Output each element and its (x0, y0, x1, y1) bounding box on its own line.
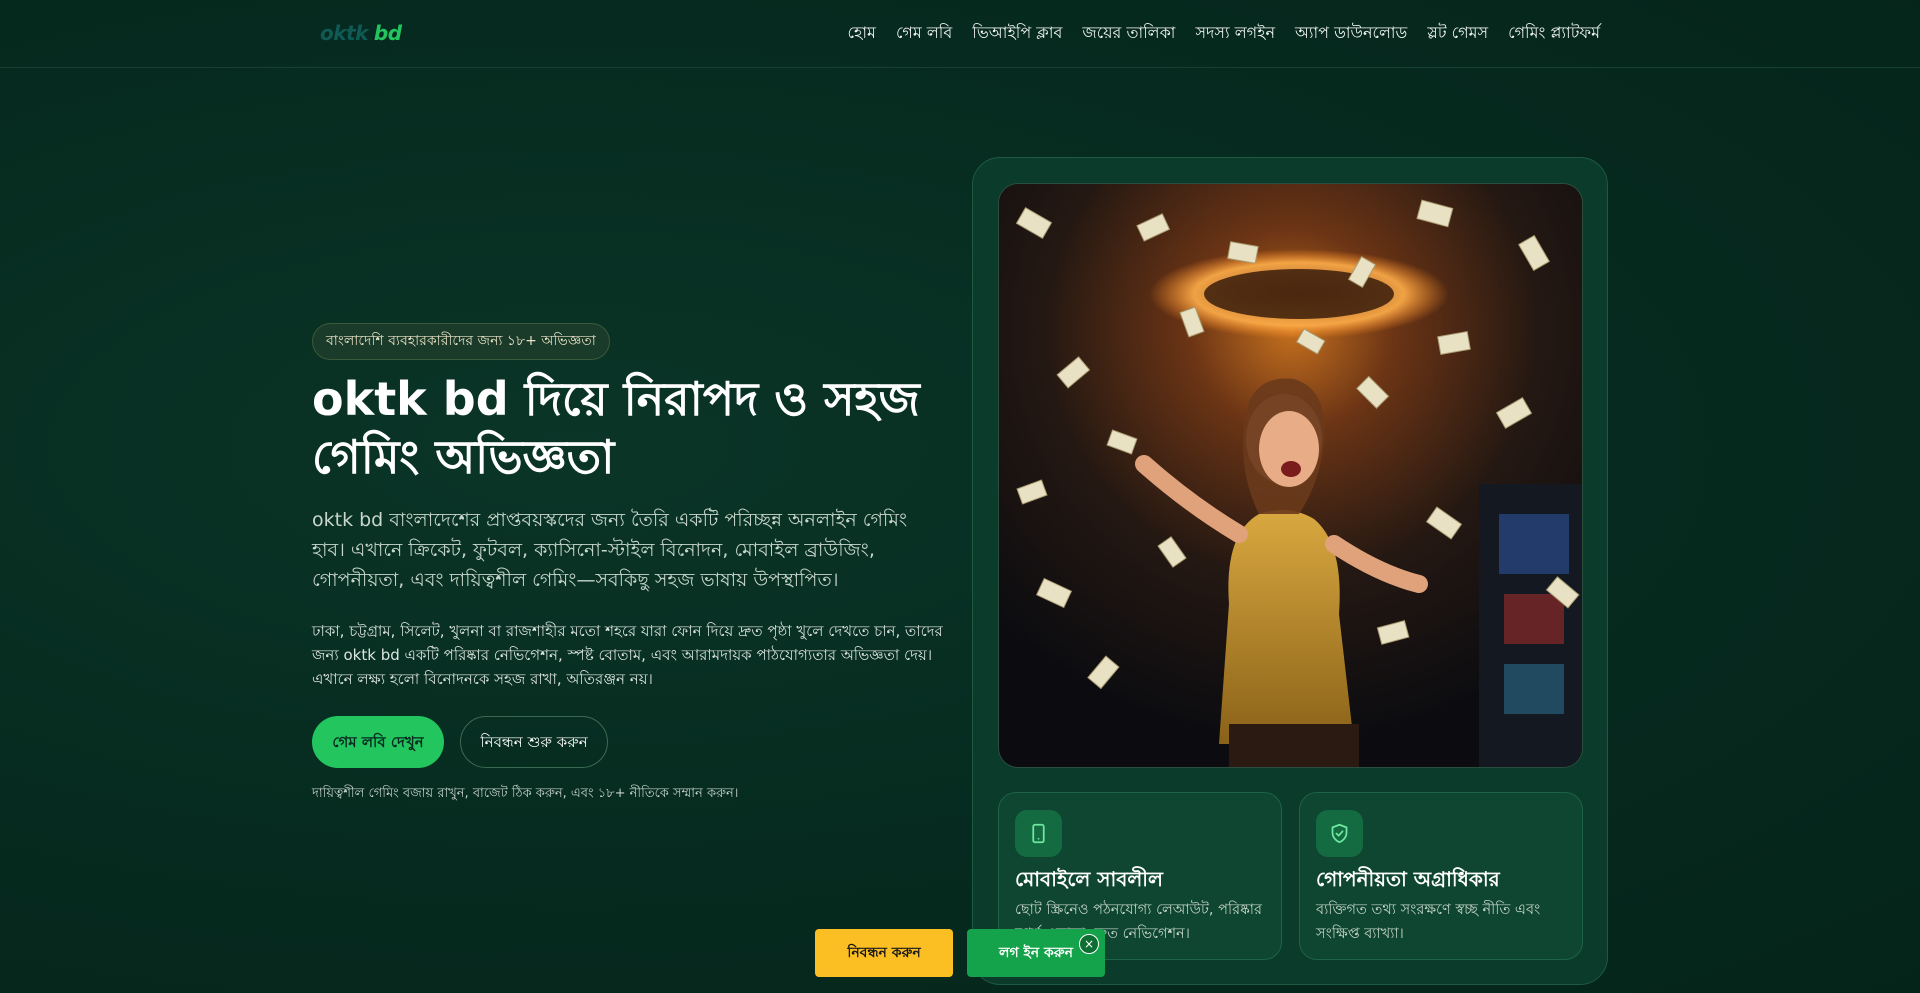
site-header: oktk bd হোম গেম লবি ভিআইপি ক্লাব জয়ের তা… (0, 0, 1920, 68)
hero-card: মোবাইলে সাবলীল ছোট স্ক্রিনেও পঠনযোগ্য লে… (972, 157, 1608, 985)
age-badge: বাংলাদেশি ব্যবহারকারীদের জন্য ১৮+ অভিজ্ঞ… (312, 323, 610, 360)
nav-item-home[interactable]: হোম (848, 20, 876, 47)
nav-item-vip-club[interactable]: ভিআইপি ক্লাব (972, 20, 1062, 47)
nav-item-gaming-platform[interactable]: গেমিং প্ল্যাটফর্ম (1508, 20, 1600, 47)
smartphone-icon (1015, 810, 1062, 857)
hero-title: oktk bd দিয়ে নিরাপদ ও সহজ গেমিং অভিজ্ঞত… (312, 372, 920, 484)
site-logo[interactable]: oktk bd (320, 21, 402, 45)
start-registration-button[interactable]: নিবন্ধন শুরু করুন (460, 716, 608, 768)
feature-description: ব্যক্তিগত তথ্য সংরক্ষণে স্বচ্ছ নীতি এবং … (1316, 902, 1541, 942)
hero-image (998, 183, 1583, 768)
nav-item-app-download[interactable]: অ্যাপ ডাউনলোড (1295, 20, 1407, 47)
nav-item-winners-list[interactable]: জয়ের তালিকা (1082, 20, 1175, 47)
feature-title: মোবাইলে সাবলীল (1015, 867, 1163, 891)
shield-check-icon (1316, 810, 1363, 857)
sticky-register-button[interactable]: নিবন্ধন করুন (815, 929, 953, 977)
hero-paragraph: ঢাকা, চট্টগ্রাম, সিলেট, খুলনা বা রাজশাহী… (312, 622, 943, 688)
nav-item-member-login[interactable]: সদস্য লগইন (1195, 20, 1275, 47)
game-lobby-button[interactable]: গেম লবি দেখুন (312, 716, 444, 768)
logo-text-part1: oktk (320, 21, 368, 45)
hero-lead: oktk bd বাংলাদেশের প্রাপ্তবয়স্কদের জন্য… (312, 509, 908, 591)
main-nav: হোম গেম লবি ভিআইপি ক্লাব জয়ের তালিকা সদ… (848, 20, 1600, 47)
close-icon[interactable]: × (1079, 934, 1099, 954)
nav-item-game-lobby[interactable]: গেম লবি (896, 20, 952, 47)
logo-text-part2: bd (373, 21, 402, 45)
feature-title: গোপনীয়তা অগ্রাধিকার (1316, 867, 1500, 891)
responsible-gaming-note: দায়িত্বশীল গেমিং বজায় রাখুন, বাজেট ঠিক… (312, 786, 739, 801)
feature-card-privacy: গোপনীয়তা অগ্রাধিকার ব্যক্তিগত তথ্য সংরক… (1299, 792, 1583, 960)
nav-item-slot-games[interactable]: স্লট গেমস (1427, 20, 1488, 47)
